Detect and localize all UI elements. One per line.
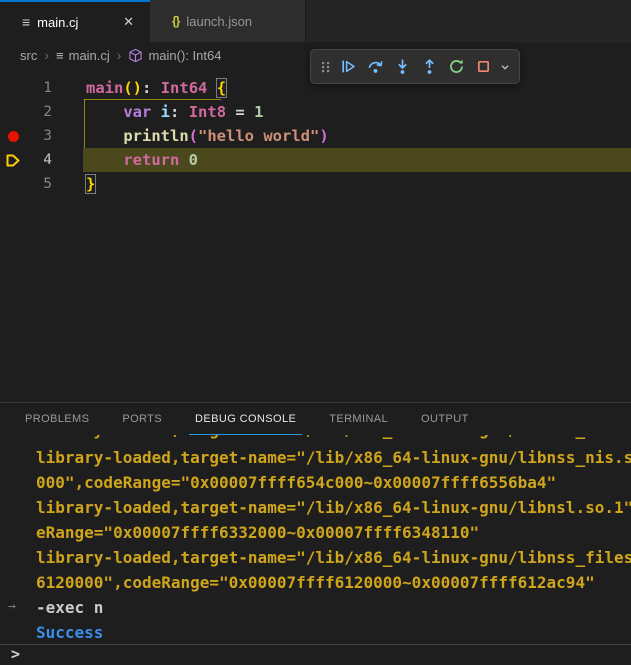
step-over-icon[interactable] [362, 53, 389, 80]
editor-line[interactable]: 3 println("hello world") [0, 124, 631, 148]
console-line: 000",codeRange="0x00007ffff654c000~0x000… [36, 470, 631, 495]
breadcrumb-symbol[interactable]: main(): Int64 [148, 48, 221, 63]
command-arrow-icon: → [8, 594, 16, 619]
tab-debug-console[interactable]: DEBUG CONSOLE [189, 403, 302, 435]
code-text: var i: Int8 = 1 [86, 100, 263, 124]
code-text: return 0 [86, 148, 198, 172]
code-text: } [86, 172, 95, 196]
code-editor[interactable]: 1main(): Int64 {2 var i: Int8 = 13 print… [0, 68, 631, 402]
chevron-right-icon: › [117, 47, 122, 63]
tab-launch-json[interactable]: {} launch.json [150, 0, 306, 42]
breadcrumb-file[interactable]: main.cj [69, 48, 110, 63]
list-icon: ≡ [56, 48, 64, 63]
step-into-icon[interactable] [389, 53, 416, 80]
debug-console-input[interactable]: > [0, 644, 631, 665]
tab-output[interactable]: OUTPUT [415, 403, 475, 435]
line-number: 5 [0, 172, 52, 196]
line-number: 4 [0, 148, 52, 172]
step-out-icon[interactable] [416, 53, 443, 80]
code-text: main(): Int64 { [86, 76, 226, 100]
console-line: eRange="0x00007ffff6332000~0x00007ffff63… [36, 520, 631, 545]
editor-line[interactable]: 2 var i: Int8 = 1 [0, 100, 631, 124]
console-command: →-exec n [36, 595, 631, 620]
editor-lines: 1main(): Int64 {2 var i: Int8 = 13 print… [0, 68, 631, 196]
tab-problems[interactable]: PROBLEMS [19, 403, 95, 435]
line-number: 1 [0, 76, 52, 100]
debug-toolbar [310, 49, 520, 84]
tab-terminal[interactable]: TERMINAL [323, 403, 394, 435]
tab-label: launch.json [186, 14, 252, 29]
breadcrumb-src[interactable]: src [20, 48, 37, 63]
drag-handle-icon[interactable] [317, 53, 335, 80]
bottom-panel: PROBLEMS PORTS DEBUG CONSOLE TERMINAL OU… [0, 402, 631, 665]
code-text: println("hello world") [86, 124, 329, 148]
console-line: library-loaded,target-name="/lib/x86_64-… [36, 495, 631, 520]
symbol-cube-icon [128, 48, 143, 63]
debug-console-output: library-loaded,target-name="/lib/x86_64-… [0, 435, 631, 644]
editor-line[interactable]: 4 return 0 [0, 148, 631, 172]
continue-icon[interactable] [335, 53, 362, 80]
braces-icon: {} [172, 14, 179, 28]
chevron-right-icon: › [44, 47, 49, 63]
prompt-chevron-icon: > [11, 645, 20, 663]
restart-icon[interactable] [443, 53, 470, 80]
console-line: library-loaded,target-name="/lib/x86_64-… [36, 545, 631, 570]
console-result: Success [36, 620, 631, 644]
list-icon: ≡ [22, 14, 30, 30]
line-number: 2 [0, 100, 52, 124]
console-line: library-loaded,target-name="/lib/x86_64-… [36, 445, 631, 470]
console-line-clipped: library-loaded,target-name="/lib/x86_64-… [36, 435, 631, 442]
line-number: 3 [0, 124, 52, 148]
editor-line[interactable]: 5} [0, 172, 631, 196]
vscode-window: ≡ main.cj ✕ {} launch.json src › ≡ main.… [0, 0, 631, 665]
tab-label: main.cj [37, 15, 78, 30]
tab-main-cj[interactable]: ≡ main.cj ✕ [0, 0, 150, 42]
stop-icon[interactable] [470, 53, 497, 80]
tab-ports[interactable]: PORTS [116, 403, 168, 435]
close-icon[interactable]: ✕ [119, 14, 138, 30]
tab-bar: ≡ main.cj ✕ {} launch.json [0, 0, 631, 42]
console-line: 6120000",codeRange="0x00007ffff6120000~0… [36, 570, 631, 595]
dropdown-chevron-icon[interactable] [497, 53, 513, 80]
panel-tabs: PROBLEMS PORTS DEBUG CONSOLE TERMINAL OU… [0, 403, 631, 435]
